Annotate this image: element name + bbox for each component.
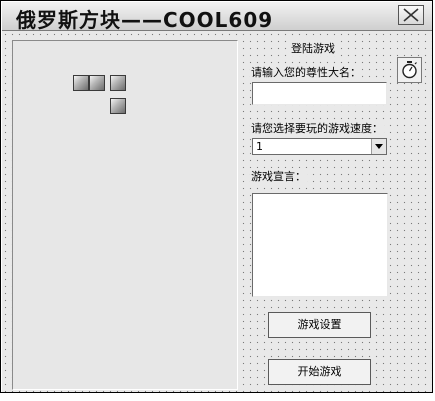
settings-button[interactable]: 游戏设置 [268,312,371,338]
speed-label: 请您选择要玩的游戏速度： [250,120,384,136]
tetromino-block [110,98,126,114]
window-title: 俄罗斯方块——COOL609 [16,8,274,32]
login-heading: 登陆游戏 [290,40,336,56]
name-input[interactable] [252,82,387,105]
title-bar[interactable]: 俄罗斯方块——COOL609 [2,2,432,32]
chevron-down-icon[interactable] [371,139,386,154]
slogan-label: 游戏宣言： [250,168,307,184]
close-button[interactable] [398,5,424,25]
close-icon [403,8,419,22]
tetromino-block [110,75,126,91]
tetromino-block [89,75,105,91]
start-game-button[interactable]: 开始游戏 [268,359,371,385]
timer-button[interactable] [397,57,422,83]
game-board [12,40,238,390]
speed-select[interactable]: 1 [252,138,387,155]
slogan-textarea[interactable] [252,193,388,297]
speed-selected-value: 1 [256,140,263,153]
client-area: 登陆游戏 请输入您的尊性大名： 请您选择要玩的游戏速度： 1 游戏宣言： 游戏设… [2,31,432,392]
game-window: 俄罗斯方块——COOL609 登陆游戏 请输入您的尊性大名： 请您选择要玩的游戏… [0,0,433,393]
name-label: 请输入您的尊性大名： [250,64,362,80]
tetromino-block [73,75,89,91]
stopwatch-icon [402,61,417,79]
